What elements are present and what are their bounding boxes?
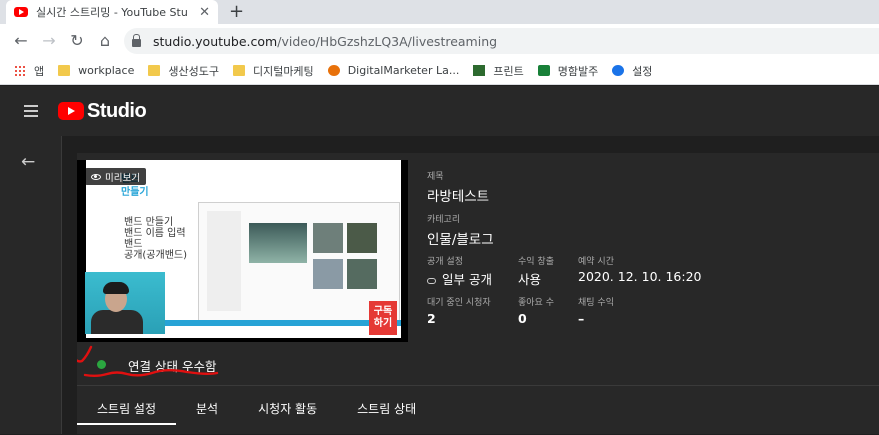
title-label: 제목: [427, 172, 444, 182]
chat-revenue-value: –: [578, 311, 585, 326]
title-value: 라방테스트: [427, 189, 490, 205]
site-favicon-icon: [473, 65, 486, 76]
monetization-label: 수익 창출: [518, 257, 554, 267]
bookmark-workplace[interactable]: workplace: [58, 64, 134, 77]
monetization-value: 사용: [518, 272, 542, 287]
visibility-label: 공개 설정: [427, 257, 463, 267]
lock-icon: [132, 34, 141, 47]
waiting-viewers-label: 대기 중인 시청자: [427, 298, 491, 308]
bookmark-productivity-tools[interactable]: 생산성도구: [148, 63, 219, 79]
webcam-overlay: [85, 272, 165, 334]
status-dot-icon: [97, 360, 106, 369]
studio-header: Studio: [0, 86, 879, 136]
stream-card: 밴드만들기 밴드 만들기 밴드 이름 입력 밴드 공개(공개밴드) 구독하기: [77, 153, 879, 385]
subscribe-overlay: 구독하기: [369, 301, 397, 335]
slide-lines: 밴드 만들기 밴드 이름 입력 밴드 공개(공개밴드): [124, 217, 188, 261]
back-arrow-icon[interactable]: ←: [21, 152, 35, 172]
site-favicon-icon: [327, 65, 340, 76]
apps-icon: [14, 65, 26, 76]
new-tab-button[interactable]: +: [229, 1, 244, 22]
youtube-favicon-icon: [14, 7, 28, 17]
tab-title: 실시간 스트리밍 - YouTube Stu: [36, 6, 188, 19]
tab-stream-settings[interactable]: 스트림 설정: [77, 386, 177, 435]
bookmark-settings[interactable]: 설정: [612, 63, 652, 79]
eye-icon: [91, 173, 101, 180]
unlisted-link-icon: [427, 277, 436, 284]
scheduled-time-label: 예약 시간: [578, 257, 614, 267]
bookmark-digital-marketing[interactable]: 디지털마케팅: [232, 63, 314, 79]
likes-value: 0: [518, 311, 527, 326]
likes-label: 좋아요 수: [518, 298, 554, 308]
browser-toolbar: ← → ↻ ⌂ studio.youtube.com/video/HbGzshz…: [0, 24, 879, 57]
main-content: 밴드만들기 밴드 만들기 밴드 이름 입력 밴드 공개(공개밴드) 구독하기: [62, 136, 879, 434]
forward-arrow-icon[interactable]: →: [35, 31, 63, 50]
reload-icon[interactable]: ↻: [63, 31, 91, 50]
stream-tabs: 스트림 설정 분석 시청자 활동 스트림 상태: [77, 385, 879, 434]
browser-tab[interactable]: 실시간 스트리밍 - YouTube Stu ✕: [6, 0, 218, 24]
connection-status-text: 연결 상태 우수함: [128, 359, 217, 374]
category-label: 카테고리: [427, 215, 461, 225]
slide-footer-bar: [141, 320, 401, 326]
back-arrow-icon[interactable]: ←: [7, 31, 35, 50]
category-value: 인물/블로그: [427, 232, 494, 248]
tab-viewer-activity[interactable]: 시청자 활동: [238, 386, 337, 435]
settings-favicon-icon: [612, 65, 625, 76]
youtube-logo-icon: [58, 102, 84, 120]
scheduled-time-value: 2020. 12. 10. 16:20: [578, 269, 702, 284]
stream-preview[interactable]: 밴드만들기 밴드 만들기 밴드 이름 입력 밴드 공개(공개밴드) 구독하기: [77, 160, 408, 342]
bookmark-business-card-order[interactable]: 명함발주: [537, 63, 598, 79]
folder-icon: [148, 65, 161, 76]
folder-icon: [58, 65, 71, 76]
menu-icon[interactable]: [24, 105, 38, 117]
address-bar[interactable]: studio.youtube.com/video/HbGzshzLQ3A/liv…: [124, 28, 879, 54]
sheets-favicon-icon: [537, 65, 550, 76]
studio-logo[interactable]: Studio: [58, 99, 147, 123]
close-tab-icon[interactable]: ✕: [199, 5, 210, 20]
bookmark-print[interactable]: 프린트: [473, 63, 524, 79]
preview-badge: 미리보기: [85, 168, 146, 185]
bookmark-digitalmarketer[interactable]: DigitalMarketer La...: [327, 64, 459, 77]
home-icon[interactable]: ⌂: [91, 31, 119, 50]
bookmarks-bar: 앱 workplace 생산성도구 디지털마케팅 DigitalMarketer…: [0, 57, 879, 85]
tab-stream-health[interactable]: 스트림 상태: [337, 386, 436, 435]
bookmark-apps[interactable]: 앱: [14, 63, 44, 79]
browser-tab-strip: 실시간 스트리밍 - YouTube Stu ✕ +: [0, 0, 879, 24]
visibility-value: 일부 공개: [427, 269, 492, 288]
url-text: studio.youtube.com/video/HbGzshzLQ3A/liv…: [153, 33, 498, 49]
folder-icon: [232, 65, 245, 76]
logo-text: Studio: [87, 99, 147, 122]
tab-analytics[interactable]: 분석: [176, 386, 238, 435]
waiting-viewers-value: 2: [427, 311, 436, 326]
left-rail: ←: [0, 136, 62, 434]
connection-status-bar: 연결 상태 우수함: [77, 344, 879, 385]
chat-revenue-label: 채팅 수익: [578, 298, 614, 308]
